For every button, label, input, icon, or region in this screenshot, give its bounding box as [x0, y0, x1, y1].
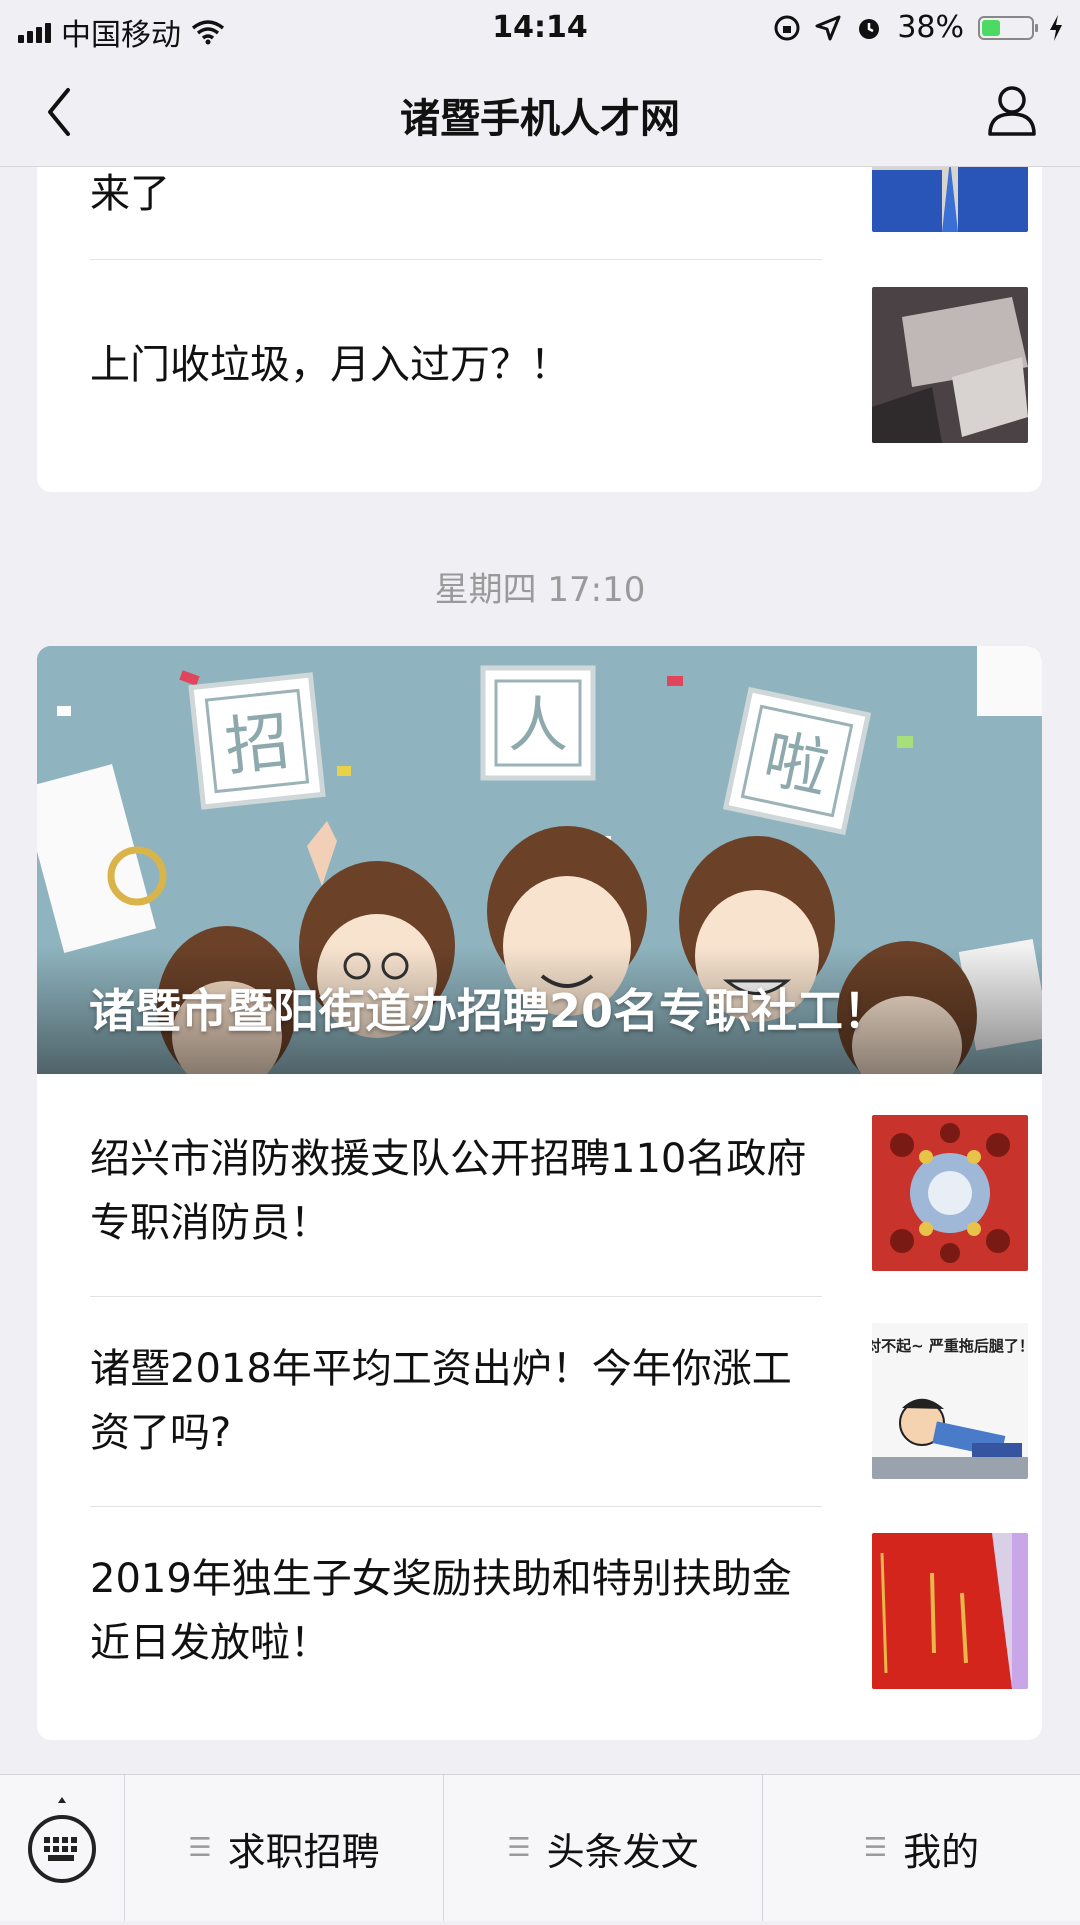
- svg-text:对不起~ 严重拖后腿了！: 对不起~ 严重拖后腿了！: [872, 1337, 1028, 1355]
- cover-stamp: 人: [508, 691, 568, 761]
- article-thumbnail: [872, 1115, 1028, 1271]
- article-title: 2019年独生子女奖励扶助和特别扶助金近日发放啦！: [90, 1556, 792, 1666]
- article-card-previous: 来了 上门收垃圾，月入过万？！: [37, 120, 1042, 492]
- tab-label: 头条发文: [546, 1829, 699, 1874]
- battery-fill: [982, 19, 1000, 36]
- list-item[interactable]: 上门收垃圾，月入过万？！: [90, 287, 1028, 443]
- article-title: 绍兴市消防救援支队公开招聘110名政府专职消防员！: [90, 1136, 807, 1246]
- divider: [90, 259, 822, 260]
- nav-bar: 诸暨手机人才网: [0, 56, 1080, 167]
- menu-icon: ☰: [507, 1833, 531, 1863]
- page-title: 诸暨手机人才网: [400, 96, 680, 142]
- cover-article[interactable]: 招 人 啦 诸暨市暨阳街道办招聘20名专职社工！: [37, 646, 1042, 1074]
- location-icon: [815, 15, 841, 40]
- alarm-icon: [859, 18, 880, 39]
- tab-label: 我的: [903, 1829, 980, 1874]
- tab-label: 求职招聘: [227, 1829, 380, 1874]
- divider: [90, 1506, 822, 1507]
- menu-icon: ☰: [863, 1833, 888, 1863]
- message-timestamp: 星期四 17:10: [434, 570, 646, 610]
- tab-job-recruitment[interactable]: ☰ 求职招聘: [125, 1775, 444, 1921]
- charging-icon: [1050, 14, 1062, 41]
- tab-headline-post[interactable]: ☰ 头条发文: [444, 1775, 763, 1921]
- rotation-lock-icon: [774, 15, 800, 40]
- article-thumbnail: [872, 1533, 1028, 1689]
- user-profile-icon[interactable]: [984, 82, 1040, 138]
- cover-stamp: 招: [222, 705, 293, 785]
- keyboard-toggle[interactable]: [0, 1775, 125, 1921]
- keyboard-icon: [28, 1797, 96, 1883]
- menu-icon: ☰: [188, 1833, 212, 1863]
- battery-percent: 38%: [897, 10, 964, 45]
- bottom-menu-bar: ☰ 求职招聘 ☰ 头条发文 ☰ 我的: [0, 1774, 1080, 1921]
- article-title: 来了: [90, 171, 170, 217]
- list-item[interactable]: 绍兴市消防救援支队公开招聘110名政府专职消防员！: [90, 1115, 1028, 1271]
- list-item[interactable]: 诸暨2018年平均工资出炉！今年你涨工资了吗? 对不起~ 严重拖后腿了！: [90, 1323, 1028, 1479]
- list-item[interactable]: 2019年独生子女奖励扶助和特别扶助金近日发放啦！: [90, 1533, 1028, 1689]
- article-thumbnail: [872, 287, 1028, 443]
- article-card: 招 人 啦 诸暨市暨阳街道办招聘20名专职社工！ 绍兴市消防救援支队公开招聘11…: [37, 646, 1042, 1740]
- status-right: 38%: [773, 10, 1064, 45]
- article-thumbnail: 对不起~ 严重拖后腿了！: [872, 1323, 1028, 1479]
- divider: [90, 1296, 822, 1297]
- tab-mine[interactable]: ☰ 我的: [763, 1775, 1080, 1921]
- cover-title: 诸暨市暨阳街道办招聘20名专职社工！: [89, 984, 890, 1038]
- status-bar: 中国移动 14:14 38%: [0, 0, 1080, 56]
- battery-icon: [978, 15, 1038, 40]
- article-title: 上门收垃圾，月入过万？！: [90, 342, 570, 388]
- article-title: 诸暨2018年平均工资出炉！今年你涨工资了吗?: [90, 1346, 792, 1456]
